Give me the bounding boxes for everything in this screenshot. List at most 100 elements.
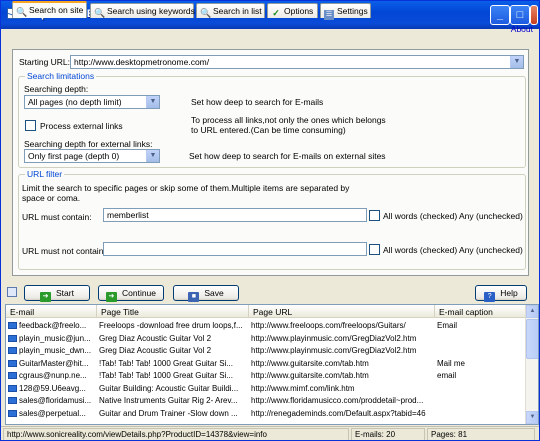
envelope-icon	[8, 384, 17, 392]
scroll-thumb[interactable]	[526, 319, 538, 359]
chevron-down-icon[interactable]: ▼	[146, 96, 159, 108]
cell-email: playin_music_dwn...	[6, 345, 97, 356]
status-pages-count: Pages: 81	[427, 428, 535, 440]
floppy-disk-icon: ■	[188, 292, 200, 302]
start-arrow-icon: ➜	[40, 292, 52, 302]
cell-email-caption	[435, 345, 527, 356]
chevron-down-icon[interactable]: ▼	[510, 56, 523, 68]
table-row[interactable]: sales@floridamusi... Native Instruments G…	[6, 395, 527, 406]
cell-email: sales@floridamusi...	[6, 395, 97, 406]
cell-email-caption	[435, 408, 527, 419]
table-row[interactable]: 128@59.U6eavg... Guitar Building: Acousti…	[6, 383, 527, 394]
search-limitations-group: Search limitations Searching depth: All …	[18, 71, 526, 168]
external-hint-line2: to URL entered.(Can be time consuming)	[191, 125, 346, 135]
envelope-icon	[8, 409, 17, 417]
starting-url-combo[interactable]: http://www.desktopmetronome.com/ ▼	[70, 55, 524, 69]
url-must-not-contain-input[interactable]	[103, 242, 367, 256]
searching-depth-select[interactable]: All pages (no depth limit) ▼	[24, 95, 160, 109]
table-row[interactable]: feedback@freelo... Freeloops -download fr…	[6, 320, 527, 331]
external-hint-line1: To process all links,not only the ones w…	[191, 115, 386, 125]
column-header-email-caption[interactable]: E-mail caption	[435, 305, 527, 318]
external-depth-select[interactable]: Only first page (depth 0) ▼	[24, 149, 160, 163]
settings-icon: ☰	[324, 10, 334, 20]
table-row[interactable]: playin_music@jun... Greg Diaz Acoustic Gu…	[6, 333, 527, 344]
must-contain-all-words-checkbox[interactable]	[369, 210, 380, 221]
cell-email: feedback@freelo...	[6, 320, 97, 331]
process-external-links-label: Process external links	[40, 121, 123, 131]
cell-page-url: http://www.floridamusicco.com/proddetail…	[251, 396, 424, 405]
chevron-down-icon[interactable]: ▼	[146, 150, 159, 162]
minimize-button[interactable]: _	[490, 5, 510, 25]
grip-icon[interactable]	[7, 287, 17, 297]
cell-email: sales@perpetual...	[6, 408, 97, 419]
cell-page-url: http://www.playinmusic.com/GregDiazVol2.…	[251, 346, 417, 355]
results-grid[interactable]: E-mail Page Title Page URL E-mail captio…	[5, 304, 539, 425]
vertical-scrollbar[interactable]: ▲ ▼	[525, 305, 538, 424]
envelope-icon	[8, 359, 17, 367]
external-depth-label: Searching depth for external links:	[24, 139, 153, 149]
scroll-up-icon[interactable]: ▲	[526, 305, 538, 318]
url-must-not-contain-label: URL must not contain:	[22, 246, 106, 256]
start-button[interactable]: ➜ Start	[24, 285, 90, 302]
cell-page-title: Greg Diaz Acoustic Guitar Vol 2	[99, 333, 212, 343]
tab-search-in-list[interactable]: 🔍 Search in list	[196, 3, 265, 18]
continue-button[interactable]: ➜ Continue	[98, 285, 164, 302]
must-contain-any-label: Any (unchecked)	[459, 211, 523, 221]
scroll-down-icon[interactable]: ▼	[526, 411, 538, 424]
table-row[interactable]: sales@perpetual... Guitar and Drum Traine…	[6, 408, 527, 419]
cell-email-caption: Mail me	[437, 358, 466, 368]
envelope-icon	[8, 397, 17, 404]
tab-search-using-keywords[interactable]: 🔍 Search using keywords	[90, 3, 195, 18]
must-contain-all-words-label: All words (checked)	[383, 211, 458, 221]
cell-page-url: http://www.playinmusic.com/GregDiazVol2.…	[251, 333, 417, 343]
cell-page-url: http://www.guitarsite.com/tab.htm	[251, 371, 369, 380]
status-bar: http://www.sonicreality.com/viewDetails.…	[1, 426, 539, 440]
help-icon: ?	[484, 292, 496, 302]
tab-options[interactable]: ✓ Options	[267, 3, 318, 18]
cell-page-url: http://www.guitarsite.com/tab.htm	[251, 358, 369, 368]
url-must-contain-label: URL must contain:	[22, 212, 92, 222]
table-row[interactable]: GuitarMaster@hit... !Tab! Tab! Tab! 1000 …	[6, 358, 527, 369]
about-link[interactable]: About	[511, 24, 533, 34]
maximize-button[interactable]: □	[510, 5, 530, 25]
cell-email: 128@59.U6eavg...	[6, 383, 97, 394]
cell-page-url: http://renegademinds.com/Default.aspx?ta…	[251, 408, 426, 418]
cell-page-title: !Tab! Tab! Tab! 1000 Great Guitar Si...	[99, 371, 234, 380]
starting-url-label: Starting URL:	[19, 57, 71, 67]
cell-email-caption	[435, 395, 527, 406]
save-button[interactable]: ■ Save	[173, 285, 239, 302]
magnifier-icon: 🔍	[200, 8, 212, 18]
url-filter-group: URL filter Limit the search to specific …	[18, 169, 526, 270]
cell-page-title: Native Instruments Guitar Rig 2- Arev...	[99, 396, 238, 405]
cell-page-url: http://www.mimf.com/link.htm	[251, 383, 355, 393]
column-header-page-url[interactable]: Page URL	[249, 305, 435, 318]
cell-email-caption: email	[437, 371, 457, 380]
cell-email-caption: Email	[437, 321, 458, 330]
url-must-contain-input[interactable]: memberlist	[103, 208, 367, 222]
tab-search-on-site[interactable]: 🔍 Search on site	[12, 1, 87, 18]
depth-hint: Set how deep to search for E-mails	[191, 97, 324, 107]
filter-desc-line1: Limit the search to specific pages or sk…	[22, 183, 350, 193]
cell-email-caption	[435, 383, 527, 394]
tab-settings[interactable]: ☰ Settings	[320, 3, 371, 20]
search-on-site-panel: Starting URL: http://www.desktopmetronom…	[12, 49, 529, 276]
must-not-contain-all-words-label: All words (checked)	[383, 245, 458, 255]
column-header-page-title[interactable]: Page Title	[97, 305, 249, 318]
table-row[interactable]: cgraus@nunp.ne... !Tab! Tab! Tab! 1000 Gr…	[6, 370, 527, 381]
table-row[interactable]: playin_music_dwn... Greg Diaz Acoustic Gu…	[6, 345, 527, 356]
column-header-email[interactable]: E-mail	[6, 305, 97, 318]
help-button[interactable]: ? Help	[475, 285, 527, 302]
cell-page-title: Greg Diaz Acoustic Guitar Vol 2	[99, 346, 212, 355]
grid-header: E-mail Page Title Page URL E-mail captio…	[6, 305, 538, 318]
cell-email: playin_music@jun...	[6, 333, 97, 344]
searching-depth-label: Searching depth:	[24, 84, 89, 94]
envelope-icon	[8, 322, 17, 329]
close-button[interactable]	[530, 5, 538, 25]
process-external-links-checkbox[interactable]	[25, 120, 36, 131]
url-filter-title: URL filter	[25, 169, 65, 179]
search-limitations-title: Search limitations	[25, 71, 97, 81]
cell-page-title: Guitar and Drum Trainer -Slow down ...	[99, 408, 238, 418]
checkmark-icon: ✓	[272, 8, 280, 18]
cell-email: GuitarMaster@hit...	[6, 358, 97, 369]
must-not-contain-all-words-checkbox[interactable]	[369, 244, 380, 255]
